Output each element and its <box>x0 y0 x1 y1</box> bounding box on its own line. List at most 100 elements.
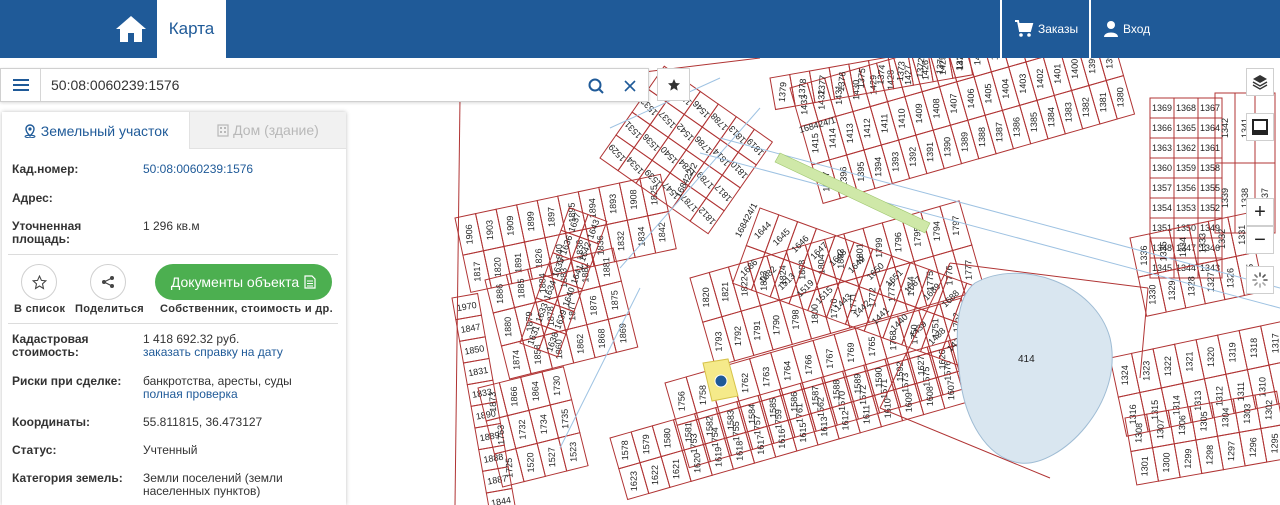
parcel-number: 1527 <box>547 447 558 467</box>
share-button[interactable] <box>90 264 126 300</box>
parcel-number: 1908 <box>628 189 639 209</box>
parcel-number: 1295 <box>1269 433 1280 453</box>
parcel-number: 1790 <box>771 315 781 335</box>
layers-icon <box>1252 75 1268 90</box>
tab-house[interactable]: Дом (здание) <box>189 112 346 149</box>
parcel-number: 1299 <box>1183 448 1194 468</box>
parcel-number: 1322 <box>1163 356 1173 376</box>
add-to-list-label: В список <box>14 303 66 315</box>
parcel-number: 1422 <box>989 58 999 60</box>
parcel-number: 1893 <box>608 194 619 214</box>
parcel-number: 1858 <box>532 344 543 364</box>
parcel-number: 1903 <box>484 220 495 240</box>
parcel-number: 1585 <box>768 398 778 418</box>
parcel-number: 1317 <box>1271 333 1280 353</box>
top-navigation-bar: Карта Заказы Вход <box>0 0 1280 58</box>
parcel-number: 1620 <box>692 453 702 473</box>
parcel-number: 1352 <box>1200 203 1220 213</box>
parcel-number: 1411 <box>879 114 889 134</box>
address-label: Адрес: <box>12 191 53 205</box>
parcel-number: 1578 <box>620 440 630 460</box>
parcel-number: 1384 <box>1046 107 1056 127</box>
full-check-link[interactable]: полная проверка <box>143 388 338 401</box>
login-button[interactable]: Вход <box>1103 0 1150 58</box>
parcel-number: 1875 <box>609 290 620 310</box>
parcel-number: 1415 <box>810 133 820 153</box>
parcel-number: 1313 <box>1193 391 1203 411</box>
clear-button[interactable] <box>619 75 641 97</box>
risk-value-block: банкротства, аресты, суды полная проверк… <box>143 375 338 401</box>
divider <box>1089 0 1091 58</box>
parcel-number: 1876 <box>588 295 599 315</box>
parcel-number: 1370 <box>954 58 966 71</box>
close-icon <box>624 80 636 92</box>
tab-land-plot[interactable]: Земельный участок <box>2 112 189 149</box>
star-icon <box>667 78 680 91</box>
parcel-number: 1399 <box>1087 58 1097 74</box>
parcel-number: 1377 <box>816 75 828 96</box>
home-button[interactable] <box>108 8 154 50</box>
home-icon <box>116 16 146 42</box>
parcel-number: 1581 <box>683 422 693 442</box>
orders-button[interactable]: Заказы <box>1014 0 1078 58</box>
parcel-number: 1797 <box>951 216 961 236</box>
parcel-number: 1326 <box>1226 268 1236 288</box>
cad-number-link[interactable]: 50:08:0060239:1576 <box>143 163 338 176</box>
parcel-number: 1402 <box>1035 69 1045 89</box>
parcel-number: 1590 <box>874 367 884 387</box>
parcel-number: 1820 <box>701 287 711 307</box>
parcel-number: 1345 <box>1152 263 1172 273</box>
area-label: Уточненная площадь: <box>12 219 82 246</box>
parcel-number: 1367 <box>1200 103 1220 113</box>
zoom-out-button[interactable]: − <box>1246 226 1274 254</box>
parcel-number: 1607 <box>946 380 956 400</box>
parcel-number: 1324 <box>1120 365 1130 385</box>
favorites-button[interactable] <box>657 68 690 101</box>
parcel-number: 1301 <box>1139 456 1150 476</box>
cad-number-label: Кад.номер: <box>12 162 79 176</box>
document-icon <box>304 275 316 289</box>
parcel-number: 1732 <box>517 419 528 439</box>
selected-parcel-marker[interactable] <box>714 374 728 388</box>
search-input[interactable] <box>42 69 582 101</box>
tab-map[interactable]: Карта <box>157 0 226 58</box>
order-certificate-link[interactable]: заказать справку на дату <box>143 346 338 359</box>
search-button[interactable] <box>585 75 607 97</box>
parcel-number: 1381 <box>1098 92 1108 112</box>
parcel-number: 1297 <box>1226 441 1237 461</box>
parcel-number: 1408 <box>931 98 941 118</box>
share-icon <box>102 276 114 288</box>
parcel-number: 1300 <box>1161 452 1172 472</box>
parcel-number: 1621 <box>671 459 681 479</box>
login-label: Вход <box>1123 22 1151 36</box>
parcel-number: 1866 <box>509 386 520 406</box>
layers-button[interactable] <box>1246 68 1274 96</box>
parcel-number: 1406 <box>966 88 976 108</box>
parcel-number: 1371 <box>934 58 946 75</box>
parcel-number: 1520 <box>525 452 536 472</box>
parcel-number: 1358 <box>1200 163 1220 173</box>
parcel-number: 1587 <box>810 386 820 406</box>
orders-label: Заказы <box>1038 22 1079 36</box>
parcel-number: 1613 <box>819 416 829 436</box>
selection-tool-button[interactable] <box>1246 113 1274 141</box>
cost-value-block: 1 418 692.32 руб. заказать справку на да… <box>143 333 338 359</box>
parcel-number: 1379 <box>777 82 789 103</box>
parcel-number: 1817 <box>472 261 483 281</box>
parcel-number: 1885 <box>516 278 527 298</box>
zoom-in-button[interactable]: + <box>1246 198 1274 226</box>
parcel-number: 1405 <box>983 83 993 103</box>
add-to-list-button[interactable] <box>21 264 57 300</box>
parcel-number: 1766 <box>803 355 813 375</box>
parcel-number: 1623 <box>629 471 639 491</box>
tab-house-label: Дом (здание) <box>233 122 319 138</box>
menu-button[interactable] <box>1 69 41 101</box>
parcel-number: 1580 <box>662 428 672 448</box>
parcel-number: 1391 <box>925 142 935 162</box>
parcel-number: 1618 <box>734 441 744 461</box>
parcel-number: 1758 <box>698 385 708 405</box>
parcel-number: 1725 <box>504 458 515 478</box>
frame-icon <box>1252 119 1268 135</box>
parcel-number: 1793 <box>713 331 723 351</box>
object-documents-button[interactable]: Документы объекта <box>155 264 332 300</box>
